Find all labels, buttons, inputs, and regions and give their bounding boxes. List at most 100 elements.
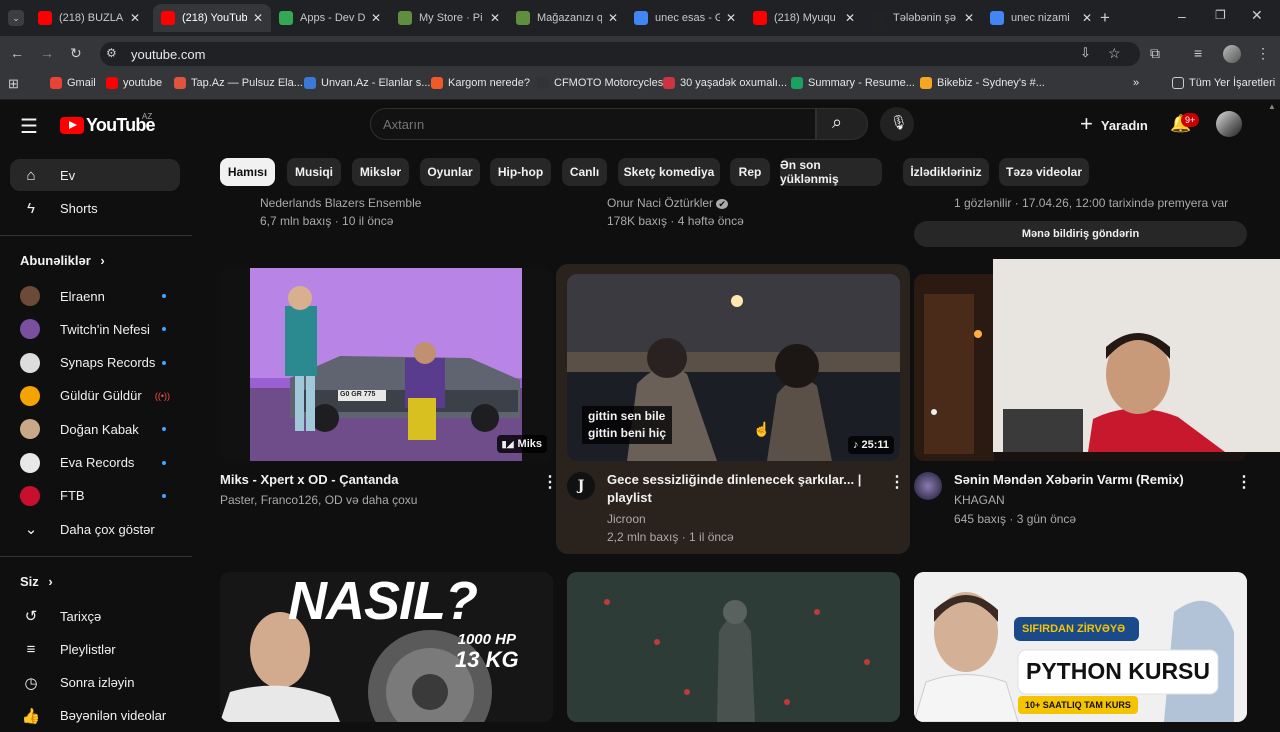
account-avatar[interactable]	[1216, 111, 1242, 137]
sidebar-item-you[interactable]: ↺ Tarixçə	[10, 600, 180, 632]
filter-chip[interactable]: Sketç komediya	[618, 158, 720, 186]
channel-avatar[interactable]: J	[567, 472, 595, 500]
video-thumbnail[interactable]: SIFIRDAN ZİRVƏYƏ PYTHON KURSU 10+ SAATLI…	[914, 572, 1247, 722]
extensions-icon[interactable]: ⧉	[1150, 45, 1160, 62]
filter-chip[interactable]: İzlədikləriniz	[903, 158, 989, 186]
filter-chip[interactable]: Musiqi	[287, 158, 341, 186]
browser-tab[interactable]: My Store · Pi ✕	[390, 4, 508, 32]
back-icon[interactable]: ←	[10, 45, 24, 61]
tab-close-icon[interactable]: ✕	[371, 11, 381, 25]
bookmark-star-icon[interactable]: ☆	[1108, 45, 1121, 62]
browser-tab[interactable]: (218) YouTub ✕	[153, 4, 271, 32]
media-controls-icon[interactable]: ≡	[1194, 45, 1202, 61]
video-menu-icon[interactable]: ⋮	[1236, 472, 1252, 492]
sidebar-item-you[interactable]: ◷ Sonra izləyin	[10, 667, 180, 699]
bookmark-item[interactable]: 30 yaşadək oxumalı...	[663, 77, 787, 89]
filter-chip[interactable]: Mikslər	[352, 158, 409, 186]
sidebar-subscription-item[interactable]: Eva Records	[10, 447, 180, 479]
sidebar-subscription-item[interactable]: Elraenn	[10, 280, 180, 312]
sidebar-item-you[interactable]: ≡ Pleylistlər	[10, 633, 180, 665]
browser-tab[interactable]: (218) Myuqu ✕	[745, 4, 863, 32]
tab-search-icon[interactable]: ⌄	[8, 10, 24, 26]
notify-me-button[interactable]: Mənə bildiriş göndərin	[914, 221, 1247, 247]
bookmark-item[interactable]: youtube	[106, 77, 162, 89]
sidebar-item-home[interactable]: ⌂ Ev	[10, 159, 180, 191]
forward-icon[interactable]: →	[40, 45, 54, 61]
channel-name[interactable]: Paster, Franco126, OD və daha çoxu	[220, 493, 417, 507]
bookmarks-overflow-button[interactable]: »	[1133, 77, 1139, 89]
all-bookmarks-folder[interactable]: Tüm Yer İşaretleri	[1172, 77, 1275, 89]
profile-avatar[interactable]	[1223, 45, 1241, 63]
bookmark-item[interactable]: Unvan.Az - Elanlar s...	[304, 77, 430, 89]
bookmark-item[interactable]: Tap.Az — Pulsuz Ela...	[174, 77, 303, 89]
tab-close-icon[interactable]: ✕	[964, 11, 974, 25]
video-title[interactable]: Gece sessizliğinde dinlenecek şarkılar..…	[607, 471, 867, 507]
channel-name[interactable]: Jicroon	[607, 512, 646, 526]
url-text[interactable]: youtube.com	[131, 47, 205, 62]
sidebar-subscription-item[interactable]: Güldür Güldür ((•))	[10, 380, 180, 412]
browser-tab[interactable]: Apps - Dev D ✕	[271, 4, 389, 32]
video-thumbnail[interactable]: G0 GR 775 ▮◢ Miks	[220, 268, 553, 461]
sidebar-subscription-item[interactable]: Twitch'in Nefesi	[10, 313, 180, 345]
browser-tab[interactable]: (218) BUZLAR ✕	[30, 4, 148, 32]
site-info-icon[interactable]: ⚙	[106, 46, 117, 60]
video-thumbnail[interactable]: NASIL? 1000 HP 13 KG	[220, 572, 553, 722]
channel-name[interactable]: Onur Naci Öztürkler ✔	[607, 196, 728, 210]
show-more-button[interactable]: ⌄ Daha çox göstər	[10, 513, 180, 545]
tab-close-icon[interactable]: ✕	[608, 11, 618, 25]
filter-chip[interactable]: Təzə videolar	[999, 158, 1089, 186]
browser-menu-icon[interactable]: ⋮	[1256, 45, 1270, 62]
omnibox[interactable]	[100, 42, 1140, 66]
video-title[interactable]: Miks - Xpert x OD - Çantanda	[220, 471, 398, 489]
youtube-logo[interactable]: YouTube	[60, 112, 156, 138]
bookmark-item[interactable]: CFMOTO Motorcycles	[537, 77, 663, 89]
channel-avatar[interactable]	[914, 472, 942, 500]
browser-tab[interactable]: Tələbənin şə ✕	[864, 4, 982, 32]
tab-close-icon[interactable]: ✕	[1082, 11, 1092, 25]
minimize-icon[interactable]: –	[1178, 8, 1186, 24]
sidebar-item-you[interactable]: 👍 Bəyənilən videolar	[10, 700, 180, 732]
tab-close-icon[interactable]: ✕	[726, 11, 736, 25]
scroll-up-arrow-icon[interactable]: ▲	[1268, 102, 1276, 111]
channel-name[interactable]: Nederlands Blazers Ensemble	[260, 196, 421, 210]
guide-menu-icon[interactable]: ☰	[20, 114, 38, 139]
bookmark-item[interactable]: Summary - Resume...	[791, 77, 915, 89]
maximize-icon[interactable]: ❐	[1215, 8, 1226, 22]
reload-icon[interactable]: ↻	[70, 45, 82, 62]
sidebar-item-shorts[interactable]: ϟ Shorts	[10, 192, 180, 224]
video-thumbnail[interactable]	[567, 572, 900, 722]
tab-close-icon[interactable]: ✕	[490, 11, 500, 25]
create-button[interactable]: + Yaradın	[1072, 110, 1158, 140]
install-app-icon[interactable]: ⇩	[1080, 45, 1091, 61]
filter-chip[interactable]: Hamısı	[220, 158, 275, 186]
video-menu-icon[interactable]: ⋮	[542, 472, 558, 492]
browser-tab[interactable]: unec esas - G ✕	[626, 4, 744, 32]
filter-chip[interactable]: Oyunlar	[420, 158, 480, 186]
tab-close-icon[interactable]: ✕	[845, 11, 855, 25]
video-menu-icon[interactable]: ⋮	[889, 472, 905, 492]
filter-chip[interactable]: Rep	[730, 158, 770, 186]
you-header[interactable]: Siz ›	[20, 574, 53, 589]
channel-name[interactable]: KHAGAN	[954, 493, 1005, 507]
sidebar-subscription-item[interactable]: Synaps Records	[10, 347, 180, 379]
video-thumbnail[interactable]: gittin sen bile gittin beni hiç ♪ 25:11	[567, 274, 900, 461]
new-tab-icon[interactable]: +	[1100, 8, 1110, 28]
bookmark-item[interactable]: Bikebiz - Sydney's #...	[920, 77, 1045, 89]
video-title[interactable]: Sənin Məndən Xəbərin Varmı (Remix)	[954, 471, 1184, 489]
bookmark-item[interactable]: Gmail	[50, 77, 96, 89]
tab-close-icon[interactable]: ✕	[130, 11, 140, 25]
filter-chip[interactable]: Ən son yüklənmiş	[780, 158, 882, 186]
mix-badge: ▮◢ Miks	[496, 435, 547, 453]
search-input[interactable]	[370, 108, 816, 140]
filter-chip[interactable]: Canlı	[562, 158, 607, 186]
close-window-icon[interactable]: ✕	[1251, 7, 1263, 24]
subscriptions-header[interactable]: Abunəliklər ›	[20, 253, 105, 268]
apps-grid-icon[interactable]: ⊞	[8, 76, 19, 92]
filter-chip[interactable]: Hip-hop	[490, 158, 551, 186]
browser-tab[interactable]: unec nizami ✕	[982, 4, 1100, 32]
sidebar-subscription-item[interactable]: Doğan Kabak	[10, 413, 180, 445]
bookmark-item[interactable]: Kargom nerede?	[431, 77, 530, 89]
sidebar-subscription-item[interactable]: FTB	[10, 480, 180, 512]
browser-tab[interactable]: Mağazanızı q ✕	[508, 4, 626, 32]
tab-close-icon[interactable]: ✕	[253, 11, 263, 25]
